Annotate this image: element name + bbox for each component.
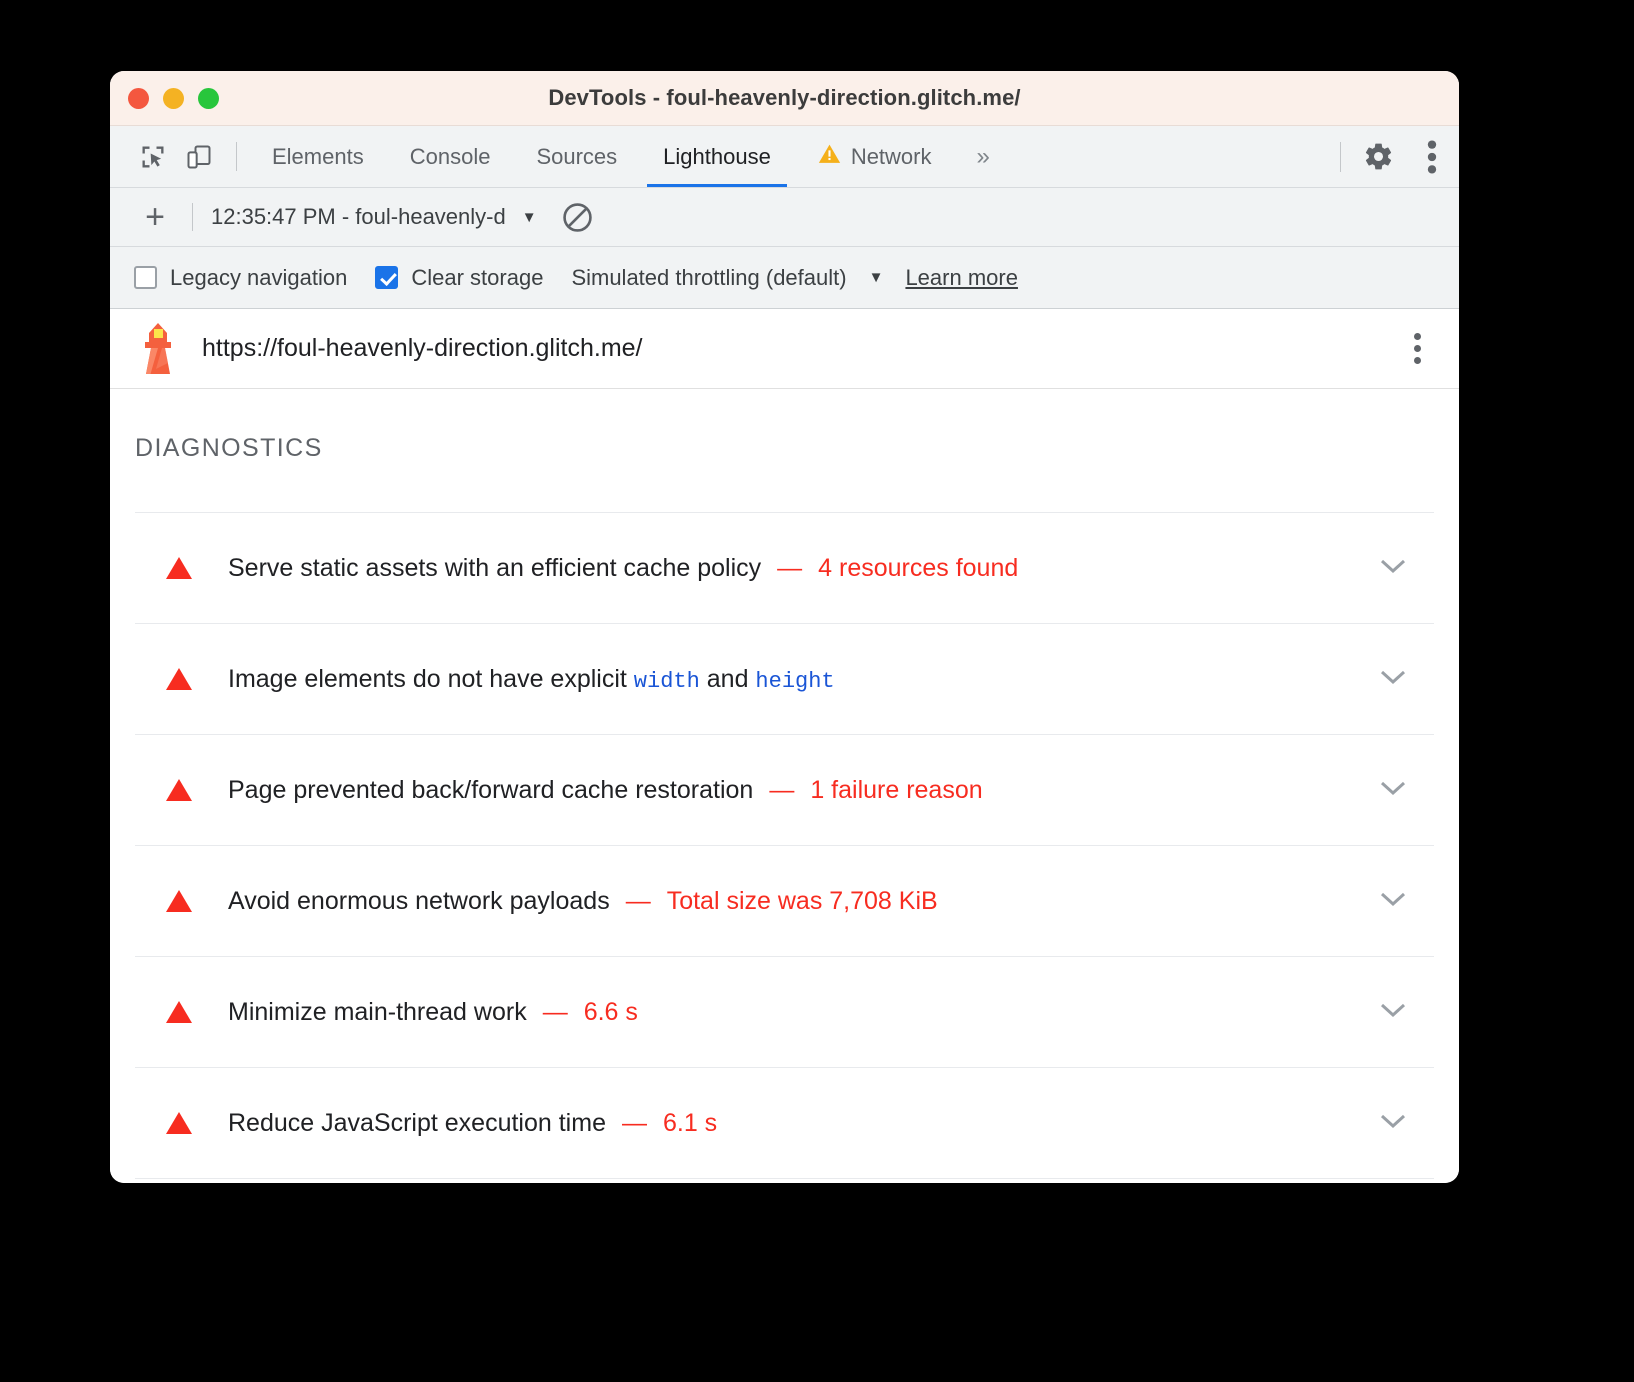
warning-triangle-icon bbox=[166, 1112, 192, 1134]
report-select-label: 12:35:47 PM - foul-heavenly-d bbox=[211, 204, 506, 230]
audit-row-reduce-javascript-execution-time[interactable]: Reduce JavaScript execution time — 6.1 s bbox=[135, 1068, 1434, 1179]
lighthouse-logo bbox=[138, 322, 178, 376]
audit-value: 4 resources found bbox=[818, 554, 1018, 583]
report-url-bar: https://foul-heavenly-direction.glitch.m… bbox=[110, 309, 1459, 389]
audit-row-bfcache-restoration[interactable]: Page prevented back/forward cache restor… bbox=[135, 735, 1434, 846]
audit-list: Serve static assets with an efficient ca… bbox=[135, 512, 1434, 1179]
audit-code-height: height bbox=[755, 669, 834, 694]
audit-title-mid: and bbox=[700, 665, 756, 693]
toolbar-divider bbox=[1340, 142, 1341, 172]
section-title-diagnostics: DIAGNOSTICS bbox=[110, 389, 1459, 463]
more-vertical-icon[interactable] bbox=[1406, 325, 1429, 372]
tab-label: Sources bbox=[536, 144, 617, 170]
dot bbox=[1414, 357, 1421, 364]
chevron-down-icon[interactable] bbox=[1380, 558, 1406, 579]
audit-dash: — bbox=[626, 887, 651, 916]
dot bbox=[1414, 345, 1421, 352]
dot bbox=[1414, 333, 1421, 340]
tab-lighthouse[interactable]: Lighthouse bbox=[640, 126, 794, 187]
tabstrip-right-controls bbox=[1330, 126, 1459, 187]
lighthouse-options-row: Legacy navigation Clear storage Simulate… bbox=[110, 247, 1459, 309]
chevron-down-icon[interactable] bbox=[1380, 1113, 1406, 1134]
throttling-select[interactable]: Simulated throttling (default) ▼ bbox=[571, 265, 883, 291]
audit-value: 6.1 s bbox=[663, 1109, 717, 1138]
window-title: DevTools - foul-heavenly-direction.glitc… bbox=[110, 85, 1459, 111]
report-select[interactable]: 12:35:47 PM - foul-heavenly-d ▼ bbox=[211, 204, 537, 230]
chevron-down-icon[interactable] bbox=[1380, 780, 1406, 801]
settings-gear-icon[interactable] bbox=[1351, 126, 1405, 188]
lighthouse-toolbar: + 12:35:47 PM - foul-heavenly-d ▼ bbox=[110, 188, 1459, 247]
audit-title: Image elements do not have explicit widt… bbox=[228, 665, 835, 694]
window-titlebar: DevTools - foul-heavenly-direction.glitc… bbox=[110, 71, 1459, 126]
more-tabs-chevron-icon[interactable]: » bbox=[955, 126, 1012, 187]
warning-triangle-icon bbox=[166, 890, 192, 912]
audit-value: 1 failure reason bbox=[810, 776, 982, 805]
audit-title-pre: Image elements do not have explicit bbox=[228, 665, 634, 693]
audit-title: Reduce JavaScript execution time bbox=[228, 1109, 606, 1138]
report-url: https://foul-heavenly-direction.glitch.m… bbox=[202, 334, 643, 363]
audit-title: Avoid enormous network payloads bbox=[228, 887, 610, 916]
audit-row-serve-static-assets[interactable]: Serve static assets with an efficient ca… bbox=[135, 513, 1434, 624]
chevron-down-icon[interactable] bbox=[1380, 891, 1406, 912]
clear-storage-label: Clear storage bbox=[411, 265, 543, 291]
audit-dash: — bbox=[777, 554, 802, 583]
learn-more-link[interactable]: Learn more bbox=[905, 265, 1018, 291]
audit-row-image-elements-explicit-size[interactable]: Image elements do not have explicit widt… bbox=[135, 624, 1434, 735]
inspect-element-icon[interactable] bbox=[130, 126, 176, 187]
audit-title: Page prevented back/forward cache restor… bbox=[228, 776, 753, 805]
clear-all-icon[interactable] bbox=[561, 201, 594, 234]
toolbar-divider bbox=[236, 142, 237, 171]
audit-value: 6.6 s bbox=[584, 998, 638, 1027]
tab-sources[interactable]: Sources bbox=[513, 126, 640, 187]
warning-triangle-icon bbox=[166, 668, 192, 690]
new-report-button[interactable]: + bbox=[132, 200, 178, 234]
tab-label: Lighthouse bbox=[663, 144, 771, 170]
audit-row-minimize-main-thread-work[interactable]: Minimize main-thread work — 6.6 s bbox=[135, 957, 1434, 1068]
panel-tabs: Elements Console Sources Lighthouse bbox=[249, 126, 1012, 187]
warning-triangle-icon bbox=[166, 779, 192, 801]
lighthouse-report-body: DIAGNOSTICS Serve static assets with an … bbox=[110, 389, 1459, 1183]
more-vertical-icon[interactable] bbox=[1405, 126, 1459, 188]
warning-triangle-icon bbox=[817, 141, 842, 172]
throttling-label: Simulated throttling (default) bbox=[571, 265, 846, 291]
toolbar-divider bbox=[192, 203, 193, 231]
tab-console[interactable]: Console bbox=[387, 126, 514, 187]
audit-title: Serve static assets with an efficient ca… bbox=[228, 554, 761, 583]
legacy-navigation-checkbox[interactable]: Legacy navigation bbox=[134, 265, 347, 291]
checkbox-box bbox=[134, 266, 157, 289]
checkbox-box-checked bbox=[375, 266, 398, 289]
audit-dash: — bbox=[622, 1109, 647, 1138]
audit-row-enormous-network-payloads[interactable]: Avoid enormous network payloads — Total … bbox=[135, 846, 1434, 957]
tab-elements[interactable]: Elements bbox=[249, 126, 387, 187]
tab-label: Network bbox=[851, 144, 932, 170]
audit-value: Total size was 7,708 KiB bbox=[667, 887, 938, 916]
tab-label: Elements bbox=[272, 144, 364, 170]
audit-dash: — bbox=[769, 776, 794, 805]
legacy-navigation-label: Legacy navigation bbox=[170, 265, 347, 291]
audit-code-width: width bbox=[634, 669, 700, 694]
chevron-down-icon[interactable] bbox=[1380, 669, 1406, 690]
devtools-tabstrip: Elements Console Sources Lighthouse bbox=[110, 126, 1459, 188]
device-toolbar-icon[interactable] bbox=[176, 126, 222, 187]
warning-triangle-icon bbox=[166, 557, 192, 579]
tab-network[interactable]: Network bbox=[794, 126, 955, 187]
warning-triangle-icon bbox=[166, 1001, 192, 1023]
chevron-down-icon: ▼ bbox=[522, 209, 537, 226]
clear-storage-checkbox[interactable]: Clear storage bbox=[375, 265, 543, 291]
devtools-window: DevTools - foul-heavenly-direction.glitc… bbox=[110, 71, 1459, 1183]
chevron-down-icon: ▼ bbox=[869, 269, 884, 286]
tab-label: Console bbox=[410, 144, 491, 170]
audit-dash: — bbox=[543, 998, 568, 1027]
chevron-down-icon[interactable] bbox=[1380, 1002, 1406, 1023]
audit-title: Minimize main-thread work bbox=[228, 998, 527, 1027]
